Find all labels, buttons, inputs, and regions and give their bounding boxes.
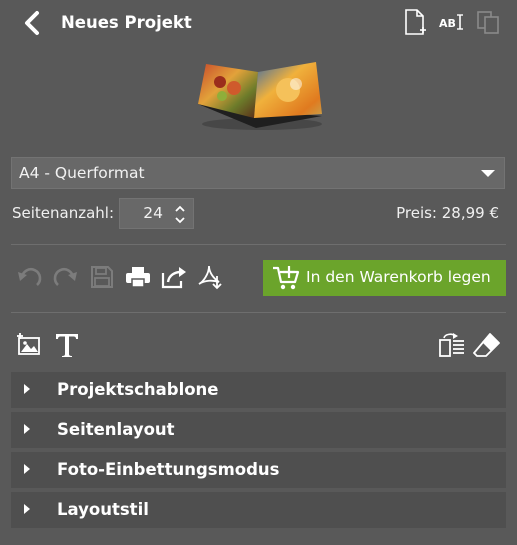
- accordion-layout-style[interactable]: Layoutstil: [11, 492, 506, 528]
- add-image-icon: [17, 333, 40, 355]
- undo-button[interactable]: [15, 262, 45, 292]
- share-icon: [161, 267, 186, 289]
- new-page-button[interactable]: [402, 8, 428, 36]
- duplicate-page-button[interactable]: [474, 8, 502, 36]
- replace-icon: [439, 333, 464, 357]
- back-arrow-icon: [25, 11, 39, 35]
- eraser-icon: [473, 333, 500, 357]
- add-to-cart-button[interactable]: In den Warenkorb legen: [263, 260, 506, 296]
- chevron-right-icon: [24, 504, 30, 514]
- replace-layout-button[interactable]: [437, 330, 467, 360]
- add-to-cart-label: In den Warenkorb legen: [306, 268, 491, 286]
- page-count-value: 24: [143, 204, 163, 222]
- eraser-button[interactable]: [472, 330, 502, 360]
- add-image-button[interactable]: [15, 330, 45, 360]
- chevron-right-icon: [24, 464, 30, 474]
- page-count-label: Seitenanzahl:: [12, 204, 115, 222]
- chevron-down-icon: [481, 170, 495, 177]
- divider: [11, 244, 506, 245]
- svg-text:AB: AB: [439, 17, 456, 30]
- chevron-right-icon: [24, 424, 30, 434]
- text-field-button[interactable]: AB: [438, 8, 466, 36]
- save-icon: [91, 266, 113, 288]
- accordion-label: Seitenlayout: [57, 420, 175, 439]
- export-pdf-button[interactable]: [195, 262, 225, 292]
- back-button[interactable]: [20, 10, 46, 36]
- export-pdf-icon: [198, 265, 222, 290]
- accordion-page-layout[interactable]: Seitenlayout: [11, 412, 506, 448]
- redo-icon: [53, 268, 77, 286]
- add-text-icon: [56, 334, 78, 357]
- format-select[interactable]: A4 - Querformat: [11, 157, 505, 189]
- price-text: Preis: 28,99 €: [396, 204, 499, 222]
- page-count-stepper[interactable]: 24: [119, 198, 194, 229]
- print-button[interactable]: [123, 262, 153, 292]
- new-page-icon: [405, 9, 426, 35]
- save-button[interactable]: [87, 262, 117, 292]
- book-preview-image: [192, 58, 326, 132]
- redo-button[interactable]: [50, 262, 80, 292]
- undo-icon: [18, 268, 42, 286]
- increment-icon[interactable]: [173, 202, 187, 214]
- duplicate-page-icon: [477, 11, 499, 34]
- share-button[interactable]: [159, 262, 189, 292]
- accordion-project-template[interactable]: Projektschablone: [11, 372, 506, 408]
- divider: [11, 312, 506, 313]
- decrement-icon[interactable]: [173, 214, 187, 226]
- accordion-label: Foto-Einbettungsmodus: [57, 460, 280, 479]
- cart-icon: [273, 266, 300, 290]
- accordion-label: Layoutstil: [57, 500, 149, 519]
- accordion-photo-embed-mode[interactable]: Foto-Einbettungsmodus: [11, 452, 506, 488]
- page-title: Neues Projekt: [61, 13, 192, 32]
- add-text-button[interactable]: [52, 330, 82, 360]
- format-select-value: A4 - Querformat: [19, 164, 145, 182]
- chevron-right-icon: [24, 384, 30, 394]
- accordion-label: Projektschablone: [57, 380, 219, 399]
- print-icon: [126, 267, 150, 288]
- text-field-icon: AB: [439, 14, 463, 30]
